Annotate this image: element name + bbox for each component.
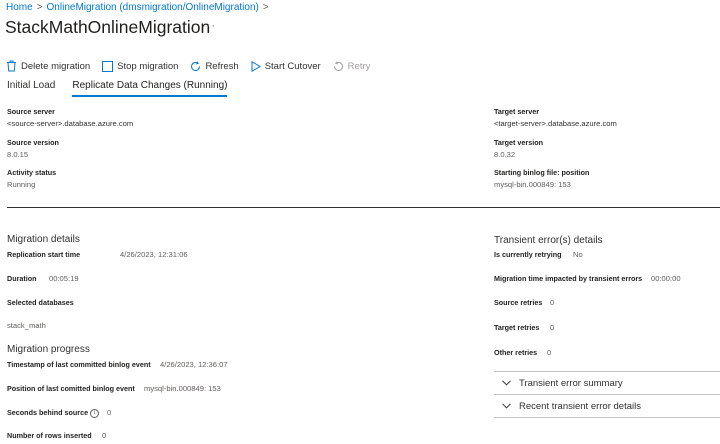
selected-databases-value: stack_math bbox=[7, 321, 46, 330]
stop-icon bbox=[102, 60, 114, 72]
transient-error-summary-accordion[interactable]: Transient error summary bbox=[494, 371, 720, 394]
start-cutover-button[interactable]: Start Cutover bbox=[251, 60, 321, 72]
breadcrumb-home-link[interactable]: Home bbox=[6, 2, 33, 13]
transient-errors-heading: Transient error(s) details bbox=[494, 235, 603, 246]
refresh-icon bbox=[191, 61, 201, 71]
rows-inserted-label: Number of rows inserted bbox=[7, 431, 92, 440]
delete-migration-label: Delete migration bbox=[21, 60, 91, 72]
seconds-behind-text: Seconds behind source bbox=[7, 408, 89, 417]
target-version-label: Target version bbox=[494, 138, 543, 147]
delete-migration-button[interactable]: Delete migration bbox=[6, 60, 90, 72]
seconds-behind-label: Seconds behind source i bbox=[7, 408, 100, 418]
replication-start-value: 4/26/2023, 12:31:06 bbox=[120, 250, 188, 259]
recent-transient-errors-label: Recent transient error details bbox=[519, 400, 641, 412]
tab-bar: Initial Load Replicate Data Changes (Run… bbox=[7, 80, 244, 97]
breadcrumb: Home > OnlineMigration (dmsmigration/Onlin… bbox=[6, 2, 273, 13]
stop-migration-label: Stop migration bbox=[117, 60, 179, 72]
tab-replicate-data-changes[interactable]: Replicate Data Changes (Running) bbox=[72, 80, 228, 97]
retry-label: Retry bbox=[347, 60, 371, 72]
currently-retrying-label: Is currently retrying bbox=[494, 250, 562, 259]
play-icon bbox=[251, 60, 261, 72]
tab-initial-load[interactable]: Initial Load bbox=[7, 80, 55, 97]
rows-inserted-value: 0 bbox=[102, 431, 107, 440]
duration-value: 00:05:19 bbox=[49, 274, 79, 283]
last-binlog-timestamp-value: 4/26/2023, 12:36:07 bbox=[160, 360, 228, 369]
binlog-position-label: Starting binlog file: position bbox=[494, 168, 590, 177]
trash-icon bbox=[7, 60, 16, 72]
source-version-label: Source version bbox=[7, 138, 59, 147]
other-retries-value: 0 bbox=[547, 348, 552, 357]
currently-retrying-value: No bbox=[573, 250, 583, 259]
transient-error-summary-label: Transient error summary bbox=[519, 377, 623, 389]
source-version-value: 8.0.15 bbox=[7, 150, 29, 159]
target-retries-label: Target retries bbox=[494, 323, 540, 332]
more-options-button[interactable]: ··· bbox=[202, 20, 216, 32]
replication-start-label: Replication start time bbox=[7, 250, 81, 259]
target-version-value: 8.0.32 bbox=[494, 150, 516, 159]
seconds-behind-value: 0 bbox=[107, 408, 112, 417]
recent-transient-errors-accordion[interactable]: Recent transient error details bbox=[494, 394, 720, 418]
activity-status-label: Activity status bbox=[7, 168, 57, 177]
migration-progress-heading: Migration progress bbox=[7, 344, 90, 355]
start-cutover-label: Start Cutover bbox=[264, 60, 321, 72]
time-impacted-value: 00:00:00 bbox=[651, 274, 681, 283]
target-server-label: Target server bbox=[494, 107, 540, 116]
source-server-label: Source server bbox=[7, 107, 55, 116]
source-server-value: <source-server>.database.azure.com bbox=[7, 119, 134, 128]
command-bar: Delete migration Stop migration Refresh … bbox=[6, 58, 382, 74]
info-icon[interactable]: i bbox=[90, 408, 100, 418]
binlog-position-value: mysql-bin.000849: 153 bbox=[494, 180, 571, 189]
breadcrumb-separator: > bbox=[36, 2, 43, 13]
stop-migration-button[interactable]: Stop migration bbox=[102, 60, 179, 72]
last-binlog-position-value: mysql-bin.000849: 153 bbox=[144, 384, 221, 393]
target-retries-value: 0 bbox=[550, 323, 555, 332]
retry-icon bbox=[333, 61, 343, 71]
last-binlog-position-label: Position of last comitted binlog event bbox=[7, 384, 135, 393]
activity-status-value: Running bbox=[7, 180, 36, 189]
refresh-label: Refresh bbox=[205, 60, 239, 72]
selected-databases-label: Selected databases bbox=[7, 298, 74, 307]
source-retries-value: 0 bbox=[550, 298, 555, 307]
other-retries-label: Other retries bbox=[494, 348, 538, 357]
duration-label: Duration bbox=[7, 274, 37, 283]
divider bbox=[7, 207, 720, 208]
breadcrumb-separator: > bbox=[262, 2, 269, 13]
source-retries-label: Source retries bbox=[494, 298, 543, 307]
breadcrumb-parent-link[interactable]: OnlineMigration (dmsmigration/OnlineMigr… bbox=[47, 2, 259, 13]
retry-button[interactable]: Retry bbox=[333, 60, 371, 72]
page-title: StackMathOnlineMigration bbox=[5, 17, 211, 37]
migration-details-heading: Migration details bbox=[7, 234, 80, 245]
target-server-value: <target-server>.database.azure.com bbox=[494, 119, 617, 128]
time-impacted-label: Migration time impacted by transient err… bbox=[494, 274, 643, 283]
chevron-down-icon bbox=[502, 403, 511, 409]
refresh-button[interactable]: Refresh bbox=[190, 60, 239, 72]
last-binlog-timestamp-label: Timestamp of last committed binlog event bbox=[7, 360, 151, 369]
chevron-down-icon bbox=[502, 380, 511, 386]
